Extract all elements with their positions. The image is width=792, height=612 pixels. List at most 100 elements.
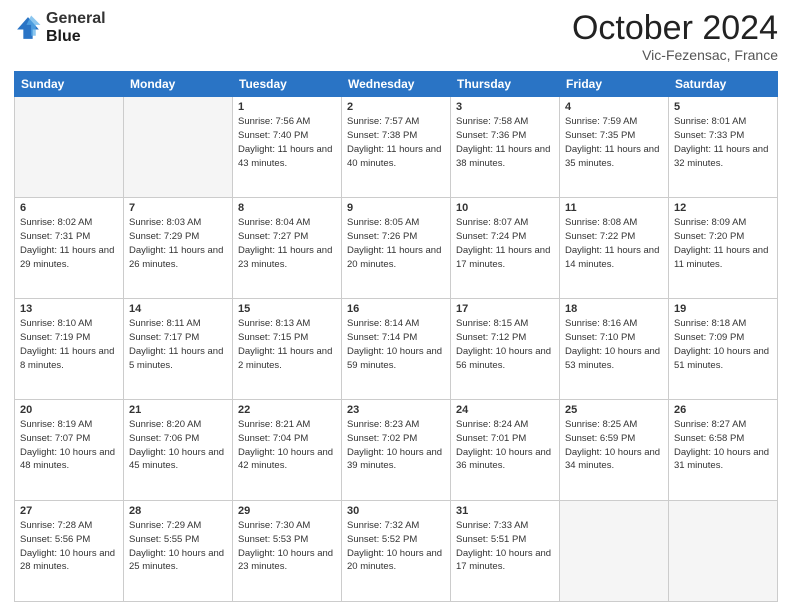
day-info: Sunrise: 7:57 AMSunset: 7:38 PMDaylight:… bbox=[347, 115, 445, 170]
day-cell: 13Sunrise: 8:10 AMSunset: 7:19 PMDayligh… bbox=[15, 299, 124, 400]
weekday-header-row: SundayMondayTuesdayWednesdayThursdayFrid… bbox=[15, 72, 778, 97]
day-number: 3 bbox=[456, 101, 554, 113]
day-cell: 6 Sunrise: 8:02 AMSunset: 7:31 PMDaylight… bbox=[15, 198, 124, 299]
title-block: October 2024 Vic-Fezensac, France bbox=[572, 10, 778, 63]
day-info: Sunrise: 8:21 AMSunset: 7:04 PMDaylight:… bbox=[238, 418, 336, 473]
day-cell: 10 Sunrise: 8:07 AMSunset: 7:24 PMDayligh… bbox=[451, 198, 560, 299]
day-info: Sunrise: 8:13 AMSunset: 7:15 PMDaylight:… bbox=[238, 317, 336, 372]
day-number: 15 bbox=[238, 303, 336, 315]
day-cell: 11 Sunrise: 8:08 AMSunset: 7:22 PMDayligh… bbox=[560, 198, 669, 299]
week-row-1: 6 Sunrise: 8:02 AMSunset: 7:31 PMDaylight… bbox=[15, 198, 778, 299]
day-cell: 19 Sunrise: 8:18 AMSunset: 7:09 PMDayligh… bbox=[669, 299, 778, 400]
day-cell: 20 Sunrise: 8:19 AMSunset: 7:07 PMDayligh… bbox=[15, 400, 124, 501]
day-info: Sunrise: 7:32 AMSunset: 5:52 PMDaylight:… bbox=[347, 519, 445, 574]
day-info: Sunrise: 7:28 AMSunset: 5:56 PMDaylight:… bbox=[20, 519, 118, 574]
day-cell: 28 Sunrise: 7:29 AMSunset: 5:55 PMDayligh… bbox=[124, 501, 233, 602]
day-number: 25 bbox=[565, 404, 663, 416]
day-number: 23 bbox=[347, 404, 445, 416]
day-cell: 27 Sunrise: 7:28 AMSunset: 5:56 PMDayligh… bbox=[15, 501, 124, 602]
day-cell: 16 Sunrise: 8:14 AMSunset: 7:14 PMDayligh… bbox=[342, 299, 451, 400]
day-info: Sunrise: 7:58 AMSunset: 7:36 PMDaylight:… bbox=[456, 115, 554, 170]
day-number: 10 bbox=[456, 202, 554, 214]
day-cell: 1 Sunrise: 7:56 AMSunset: 7:40 PMDaylight… bbox=[233, 97, 342, 198]
day-cell bbox=[15, 97, 124, 198]
day-number: 16 bbox=[347, 303, 445, 315]
week-row-0: 1 Sunrise: 7:56 AMSunset: 7:40 PMDaylight… bbox=[15, 97, 778, 198]
day-info: Sunrise: 7:59 AMSunset: 7:35 PMDaylight:… bbox=[565, 115, 663, 170]
day-info: Sunrise: 7:30 AMSunset: 5:53 PMDaylight:… bbox=[238, 519, 336, 574]
day-number: 6 bbox=[20, 202, 118, 214]
calendar-table: SundayMondayTuesdayWednesdayThursdayFrid… bbox=[14, 71, 778, 602]
day-cell: 4 Sunrise: 7:59 AMSunset: 7:35 PMDaylight… bbox=[560, 97, 669, 198]
day-number: 1 bbox=[238, 101, 336, 113]
day-cell: 7 Sunrise: 8:03 AMSunset: 7:29 PMDaylight… bbox=[124, 198, 233, 299]
day-number: 21 bbox=[129, 404, 227, 416]
day-number: 12 bbox=[674, 202, 772, 214]
day-info: Sunrise: 8:25 AMSunset: 6:59 PMDaylight:… bbox=[565, 418, 663, 473]
day-info: Sunrise: 8:20 AMSunset: 7:06 PMDaylight:… bbox=[129, 418, 227, 473]
day-number: 14 bbox=[129, 303, 227, 315]
day-number: 7 bbox=[129, 202, 227, 214]
day-cell bbox=[669, 501, 778, 602]
day-info: Sunrise: 8:18 AMSunset: 7:09 PMDaylight:… bbox=[674, 317, 772, 372]
day-number: 27 bbox=[20, 505, 118, 517]
day-number: 5 bbox=[674, 101, 772, 113]
day-cell bbox=[560, 501, 669, 602]
day-info: Sunrise: 8:11 AMSunset: 7:17 PMDaylight:… bbox=[129, 317, 227, 372]
weekday-header-tuesday: Tuesday bbox=[233, 72, 342, 97]
day-info: Sunrise: 8:08 AMSunset: 7:22 PMDaylight:… bbox=[565, 216, 663, 271]
day-info: Sunrise: 8:04 AMSunset: 7:27 PMDaylight:… bbox=[238, 216, 336, 271]
day-cell: 23 Sunrise: 8:23 AMSunset: 7:02 PMDayligh… bbox=[342, 400, 451, 501]
day-cell: 24Sunrise: 8:24 AMSunset: 7:01 PMDayligh… bbox=[451, 400, 560, 501]
day-info: Sunrise: 8:27 AMSunset: 6:58 PMDaylight:… bbox=[674, 418, 772, 473]
day-cell bbox=[124, 97, 233, 198]
day-cell: 22 Sunrise: 8:21 AMSunset: 7:04 PMDayligh… bbox=[233, 400, 342, 501]
day-info: Sunrise: 8:03 AMSunset: 7:29 PMDaylight:… bbox=[129, 216, 227, 271]
day-number: 20 bbox=[20, 404, 118, 416]
day-number: 17 bbox=[456, 303, 554, 315]
day-cell: 18Sunrise: 8:16 AMSunset: 7:10 PMDayligh… bbox=[560, 299, 669, 400]
weekday-header-thursday: Thursday bbox=[451, 72, 560, 97]
day-cell: 21 Sunrise: 8:20 AMSunset: 7:06 PMDayligh… bbox=[124, 400, 233, 501]
weekday-header-sunday: Sunday bbox=[15, 72, 124, 97]
day-number: 28 bbox=[129, 505, 227, 517]
page: General Blue October 2024 Vic-Fezensac, … bbox=[0, 0, 792, 612]
logo-line2: Blue bbox=[46, 28, 106, 46]
day-cell: 2 Sunrise: 7:57 AMSunset: 7:38 PMDaylight… bbox=[342, 97, 451, 198]
week-row-4: 27 Sunrise: 7:28 AMSunset: 5:56 PMDayligh… bbox=[15, 501, 778, 602]
month-title: October 2024 bbox=[572, 10, 778, 47]
day-info: Sunrise: 8:02 AMSunset: 7:31 PMDaylight:… bbox=[20, 216, 118, 271]
day-number: 30 bbox=[347, 505, 445, 517]
day-number: 22 bbox=[238, 404, 336, 416]
week-row-3: 20 Sunrise: 8:19 AMSunset: 7:07 PMDayligh… bbox=[15, 400, 778, 501]
day-number: 4 bbox=[565, 101, 663, 113]
day-cell: 9Sunrise: 8:05 AMSunset: 7:26 PMDaylight… bbox=[342, 198, 451, 299]
day-cell: 30 Sunrise: 7:32 AMSunset: 5:52 PMDayligh… bbox=[342, 501, 451, 602]
day-number: 8 bbox=[238, 202, 336, 214]
week-row-2: 13Sunrise: 8:10 AMSunset: 7:19 PMDayligh… bbox=[15, 299, 778, 400]
day-cell: 3 Sunrise: 7:58 AMSunset: 7:36 PMDaylight… bbox=[451, 97, 560, 198]
day-info: Sunrise: 7:33 AMSunset: 5:51 PMDaylight:… bbox=[456, 519, 554, 574]
day-info: Sunrise: 8:24 AMSunset: 7:01 PMDaylight:… bbox=[456, 418, 554, 473]
day-number: 31 bbox=[456, 505, 554, 517]
day-info: Sunrise: 8:07 AMSunset: 7:24 PMDaylight:… bbox=[456, 216, 554, 271]
day-number: 2 bbox=[347, 101, 445, 113]
weekday-header-saturday: Saturday bbox=[669, 72, 778, 97]
day-cell: 31 Sunrise: 7:33 AMSunset: 5:51 PMDayligh… bbox=[451, 501, 560, 602]
day-number: 11 bbox=[565, 202, 663, 214]
weekday-header-friday: Friday bbox=[560, 72, 669, 97]
day-number: 19 bbox=[674, 303, 772, 315]
day-cell: 12Sunrise: 8:09 AMSunset: 7:20 PMDayligh… bbox=[669, 198, 778, 299]
day-info: Sunrise: 8:23 AMSunset: 7:02 PMDaylight:… bbox=[347, 418, 445, 473]
day-number: 29 bbox=[238, 505, 336, 517]
day-info: Sunrise: 8:14 AMSunset: 7:14 PMDaylight:… bbox=[347, 317, 445, 372]
day-info: Sunrise: 7:29 AMSunset: 5:55 PMDaylight:… bbox=[129, 519, 227, 574]
day-info: Sunrise: 7:56 AMSunset: 7:40 PMDaylight:… bbox=[238, 115, 336, 170]
day-cell: 14 Sunrise: 8:11 AMSunset: 7:17 PMDayligh… bbox=[124, 299, 233, 400]
day-info: Sunrise: 8:01 AMSunset: 7:33 PMDaylight:… bbox=[674, 115, 772, 170]
day-number: 9 bbox=[347, 202, 445, 214]
day-number: 13 bbox=[20, 303, 118, 315]
day-cell: 15 Sunrise: 8:13 AMSunset: 7:15 PMDayligh… bbox=[233, 299, 342, 400]
weekday-header-wednesday: Wednesday bbox=[342, 72, 451, 97]
day-info: Sunrise: 8:19 AMSunset: 7:07 PMDaylight:… bbox=[20, 418, 118, 473]
